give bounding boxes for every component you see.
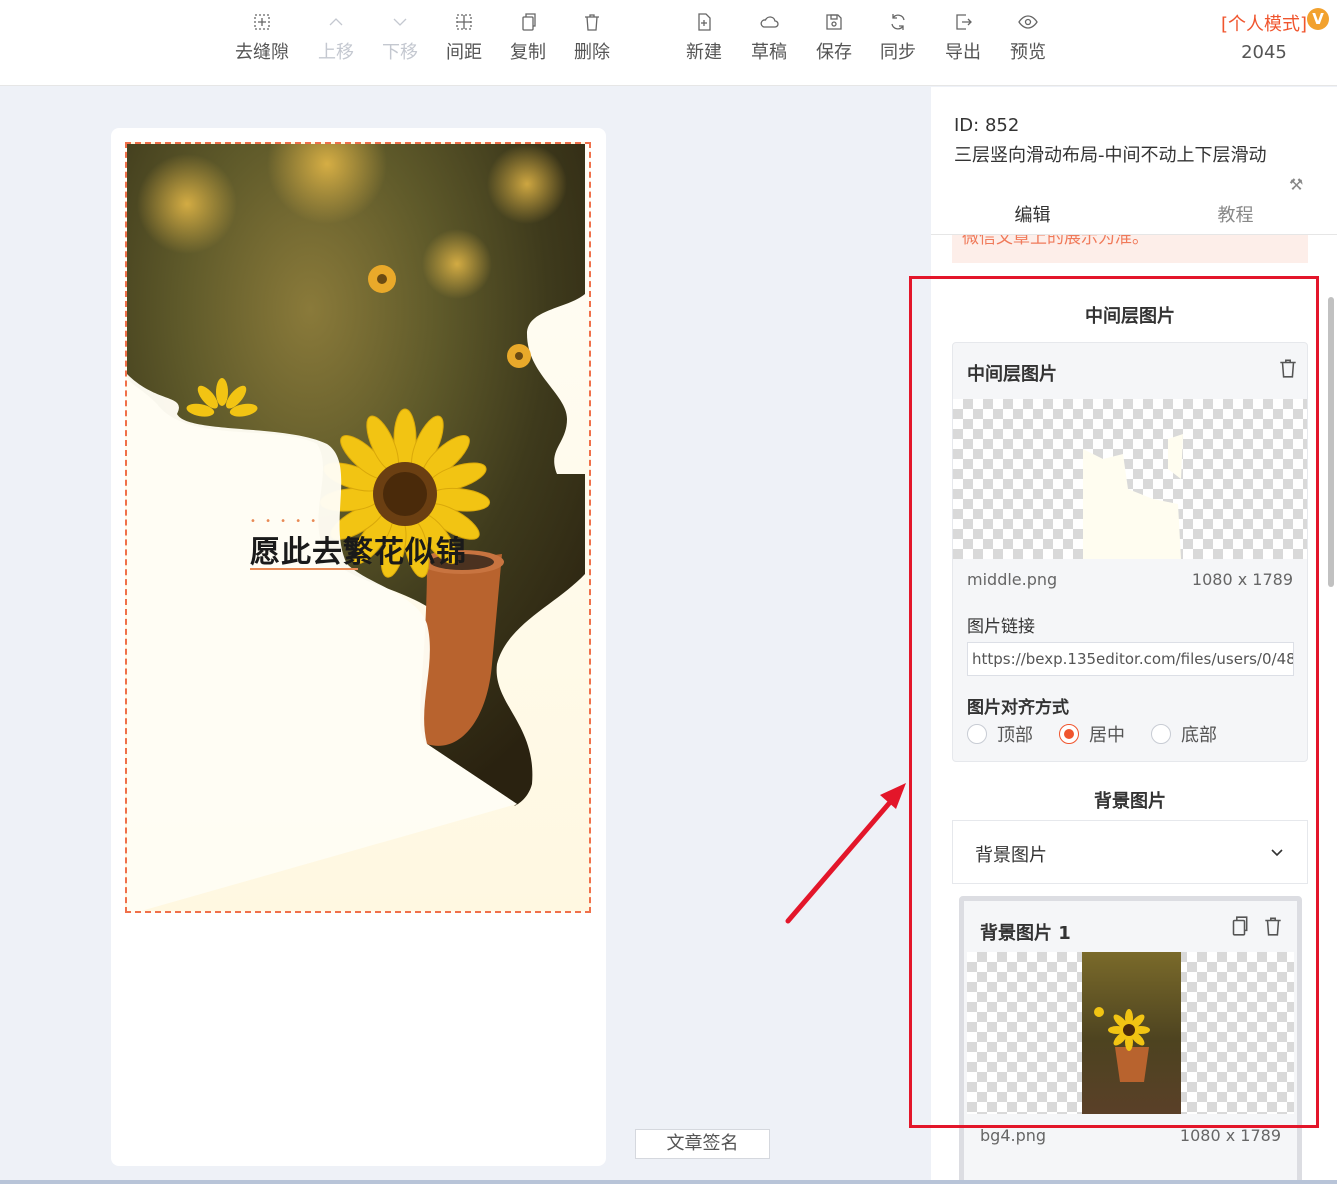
radio-circle-selected [1059,724,1079,744]
sync-label: 同步 [880,42,916,63]
save-icon [826,14,842,30]
tools-icon[interactable]: ⚒ [1289,175,1303,194]
trash-icon [1265,917,1281,936]
annotation-arrow-icon [785,783,906,924]
template-name: 三层竖向滑动布局-中间不动上下层滑动 [954,145,1267,166]
headline-text[interactable]: 愿此去繁花似锦 [250,527,467,571]
delete-button[interactable]: 删除 [559,12,625,64]
spacing-button[interactable]: 间距 [431,12,497,64]
remove-gap-button[interactable]: 去缝隙 [229,12,295,64]
headline-underline [250,568,358,570]
export-button[interactable]: 导出 [930,12,996,64]
radio-circle [967,724,987,744]
middle-dimensions: 1080 x 1789 [1191,570,1293,589]
image-link-label: 图片链接 [967,617,1035,637]
align-top-label: 顶部 [997,725,1033,746]
bg-dropdown[interactable]: 背景图片 [952,820,1308,884]
align-bottom-label: 底部 [1181,725,1217,746]
new-button[interactable]: 新建 [671,12,737,64]
sync-button[interactable]: 同步 [865,12,931,64]
image-link-input[interactable]: https://bexp.135editor.com/files/users/0… [967,642,1294,676]
headline-dots: • • • • • [250,516,320,527]
template-preview[interactable]: • • • • • 愿此去繁花似锦 [125,142,591,913]
template-id: ID: 852 [954,115,1020,136]
sync-icon [891,14,905,30]
eye-icon [1018,15,1038,29]
trash-icon [585,14,599,31]
copy-label: 复制 [510,42,546,63]
save-label: 保存 [816,42,852,63]
settings-panel: ID: 852 三层竖向滑动布局-中间不动上下层滑动 ⚒ 编辑 教程 微信文章上… [931,87,1337,1184]
bg-dimensions: 1080 x 1789 [1179,1126,1281,1145]
align-top-radio[interactable]: 顶部 [967,721,1033,747]
copy-button[interactable]: 复制 [495,12,561,64]
middle-image-thumbnail[interactable] [953,399,1307,559]
move-up-button[interactable]: 上移 [303,12,369,64]
middle-filename: middle.png [967,570,1058,589]
middle-section-title: 中间层图片 [1085,306,1175,327]
middle-card-title: 中间层图片 [967,364,1057,385]
bg-card-title: 背景图片 1 [980,923,1071,944]
bottom-divider [0,1180,1337,1184]
align-center-label: 居中 [1089,725,1125,746]
count-label: 2045 [1241,42,1287,63]
vip-badge-icon: V [1307,8,1329,30]
middle-image-shape [1083,434,1183,559]
remove-gap-label: 去缝隙 [235,42,289,63]
move-down-button[interactable]: 下移 [367,12,433,64]
new-file-icon [698,13,711,31]
spacing-icon [456,14,472,30]
article-signature-button[interactable]: 文章签名 [635,1129,770,1159]
new-label: 新建 [686,42,722,63]
move-down-label: 下移 [382,42,418,63]
align-label: 图片对齐方式 [967,698,1069,718]
radio-circle [1151,724,1171,744]
chevron-down-icon [393,18,407,26]
tab-tutorial[interactable]: 教程 [1134,201,1337,227]
trash-icon [1280,359,1296,378]
bg-image-thumbnail[interactable] [967,952,1294,1114]
copy-bg-image-button[interactable] [1228,915,1250,941]
export-icon [956,14,972,30]
copy-icon [1232,916,1248,936]
tab-edit[interactable]: 编辑 [931,201,1134,227]
spacing-label: 间距 [446,42,482,63]
chevron-up-icon [329,18,343,26]
bg-photo-thumbnail [1082,952,1181,1114]
bg-filename: bg4.png [980,1126,1047,1145]
panel-scrollbar[interactable] [1328,297,1334,587]
chevron-down-icon [1271,849,1283,857]
gap-icon [254,14,270,30]
bg-image-card: 背景图片 1 bg4.png 1080 x 1789 [959,896,1302,1184]
save-button[interactable]: 保存 [801,12,867,64]
align-center-radio[interactable]: 居中 [1059,721,1125,747]
bg-section-title: 背景图片 [1094,791,1166,812]
move-up-label: 上移 [318,42,354,63]
toolbar: 去缝隙 上移 下移 间距 复制 删除 新建 草稿 保存 同步 导出 预览 [个人… [0,0,1337,86]
cloud-icon [760,16,779,28]
middle-image-card: 中间层图片 middle.png 1080 x 1789 图片链接 https:… [952,342,1308,762]
export-label: 导出 [945,42,981,63]
panel-tabs: 编辑 教程 [931,195,1337,235]
copy-icon [522,13,536,31]
draft-label: 草稿 [751,42,787,63]
delete-label: 删除 [574,42,610,63]
mode-label: [个人模式] [1220,14,1307,35]
draft-button[interactable]: 草稿 [736,12,802,64]
preview-button[interactable]: 预览 [995,12,1061,64]
mode-indicator[interactable]: [个人模式] 2045 [1221,10,1307,63]
preview-label: 预览 [1010,42,1046,63]
notice-banner: 微信文章上的展示为准。 [952,235,1308,263]
bg-dropdown-label: 背景图片 [975,845,1047,866]
align-bottom-radio[interactable]: 底部 [1151,721,1217,747]
delete-bg-image-button[interactable] [1262,915,1284,941]
delete-middle-image-button[interactable] [1277,357,1299,383]
